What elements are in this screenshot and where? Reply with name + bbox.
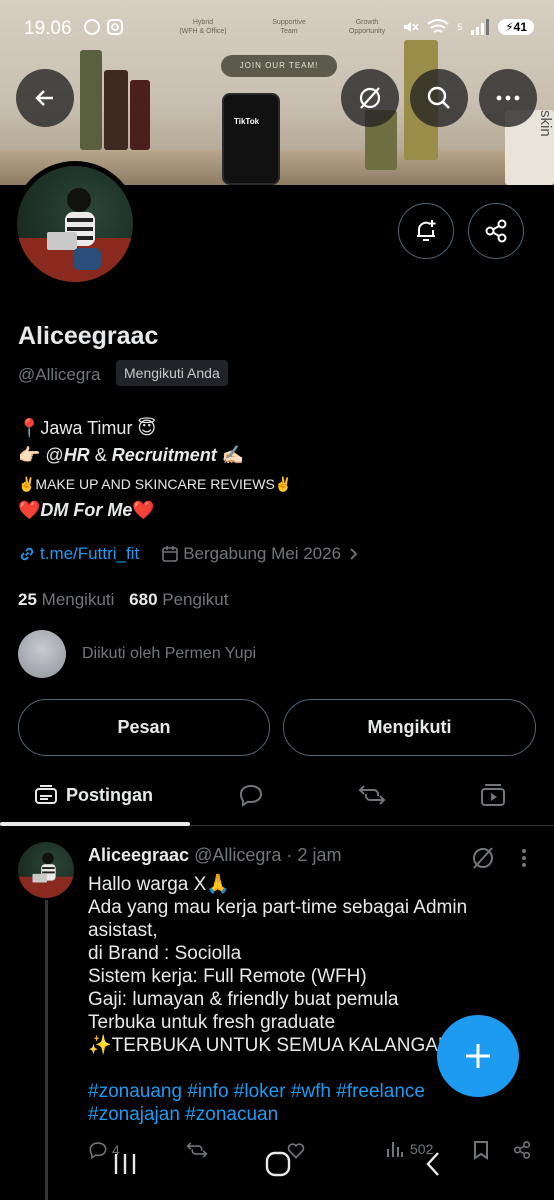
arrow-left-icon (35, 90, 53, 106)
followers-stat[interactable]: 680 Pengikut (129, 590, 228, 609)
search-button[interactable] (410, 69, 468, 127)
back-button[interactable] (16, 69, 74, 127)
profile-handle: @Allicegra (18, 365, 101, 384)
system-nav-bar (0, 1140, 554, 1200)
more-options-button[interactable] (479, 69, 537, 127)
tweet-hashtags[interactable]: #zonauang #info #loker #wfh #freelance (88, 1080, 488, 1103)
tweet-text: Hallo warga X🙏 Ada yang mau kerja part-t… (88, 873, 488, 1126)
posts-icon (35, 785, 57, 804)
calendar-icon (162, 546, 178, 562)
status-bar: 19.06 5 ⚡41 (0, 0, 554, 56)
recents-icon (114, 1154, 136, 1174)
wifi-icon (427, 19, 449, 33)
following-stat[interactable]: 25 Mengikuti (18, 590, 114, 609)
followed-by-row[interactable]: Diikuti oleh Permen Yupi (18, 630, 256, 678)
whatsapp-icon (84, 19, 123, 35)
follow-stats: 25 Mengikuti 680 Pengikut (18, 590, 228, 610)
profile-avatar[interactable] (12, 161, 138, 287)
tab-posts[interactable]: Postingan (34, 766, 153, 824)
status-indicators: 5 ⚡41 (401, 18, 534, 36)
tab-media[interactable] (480, 766, 506, 824)
follower-avatar (18, 630, 66, 678)
notify-button[interactable] (398, 203, 454, 259)
link-icon (20, 547, 34, 561)
reply-icon (239, 784, 263, 807)
tweet-grok-button[interactable] (470, 845, 496, 876)
tab-reposts[interactable] (358, 766, 386, 824)
tweet-author-handle: @Allicegra (194, 845, 282, 865)
banner-phone-label: TikTok (234, 117, 260, 126)
bio-role: 👉🏻 @HR & Recruitment ✍🏻 (18, 445, 245, 465)
more-vertical-icon (522, 849, 526, 867)
active-tab-indicator (0, 822, 190, 826)
back-chevron-icon (426, 1152, 439, 1176)
grok-button[interactable] (341, 69, 399, 127)
repost-icon (358, 785, 386, 805)
mute-icon (404, 22, 419, 32)
battery-indicator: ⚡41 (498, 19, 534, 35)
bio-location: 📍Jawa Timur 😇 (18, 418, 157, 438)
tweet-hashtags[interactable]: #zonajajan #zonacuan (88, 1103, 488, 1126)
follows-you-badge: Mengikuti Anda (116, 360, 228, 386)
profile-link[interactable]: t.me/Futtri_fit (40, 544, 139, 564)
tweet-author-name[interactable]: Aliceegraac (88, 845, 189, 865)
tab-replies[interactable] (238, 766, 264, 824)
signal-icon (471, 19, 490, 35)
banner-phone: TikTok (222, 93, 280, 185)
grok-icon (359, 87, 381, 109)
back-nav-button[interactable] (424, 1150, 442, 1183)
media-icon (481, 784, 505, 806)
tweet-more-button[interactable] (521, 848, 527, 873)
chevron-right-icon[interactable] (349, 547, 359, 561)
network-label: 5 (457, 22, 463, 32)
notification-icons (84, 18, 126, 41)
tweet-avatar[interactable] (18, 842, 74, 898)
compose-button[interactable] (437, 1015, 519, 1097)
following-button[interactable]: Mengikuti (283, 699, 536, 756)
plus-icon (466, 1044, 490, 1068)
home-icon (265, 1151, 291, 1177)
message-button[interactable]: Pesan (18, 699, 270, 756)
grok-icon (473, 847, 493, 869)
bio-reviews: ✌️MAKE UP AND SKINCARE REVIEWS✌️ (18, 476, 293, 492)
profile-meta: t.me/Futtri_fit Bergabung Mei 2026 (18, 544, 359, 564)
tweet-time: 2 jam (297, 845, 342, 865)
banner-bottle (80, 50, 102, 150)
avatar-picture (17, 188, 133, 282)
bell-plus-icon (417, 220, 436, 241)
bio-dm: ❤️DM For Me❤️ (18, 500, 155, 520)
tweet-header: Aliceegraac @Allicegra · 2 jam (88, 845, 342, 865)
banner-join-label: JOIN OUR TEAM! (221, 55, 337, 77)
share-icon (485, 219, 507, 243)
share-profile-button[interactable] (468, 203, 524, 259)
joined-date: Bergabung Mei 2026 (183, 544, 342, 563)
followed-by-text: Diikuti oleh Permen Yupi (82, 645, 257, 662)
recent-apps-button[interactable] (112, 1150, 138, 1183)
avatar-picture (18, 852, 74, 898)
search-icon (427, 86, 450, 109)
banner-bottle (104, 70, 128, 150)
status-time: 19.06 (24, 18, 72, 39)
banner-bottle (130, 80, 150, 150)
home-button[interactable] (264, 1150, 292, 1183)
profile-tabs: Postingan (0, 766, 554, 826)
profile-name: Aliceegraac (18, 322, 159, 350)
more-icon (496, 95, 520, 101)
